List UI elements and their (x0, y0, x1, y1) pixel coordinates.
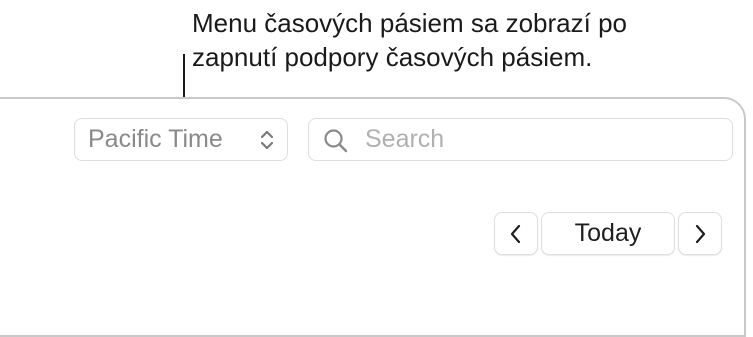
timezone-popup-button[interactable]: Pacific Time (74, 118, 288, 161)
callout-line-1: Menu časových pásiem sa zobrazí po (192, 8, 627, 38)
search-field[interactable] (308, 118, 733, 161)
timezone-selected-label: Pacific Time (88, 125, 223, 153)
chevron-right-icon (695, 224, 706, 243)
search-icon (324, 129, 348, 153)
next-button[interactable] (678, 212, 722, 255)
today-button[interactable]: Today (541, 212, 675, 255)
callout-annotation: Menu časových pásiem sa zobrazí po zapnu… (192, 6, 712, 74)
chevron-left-icon (510, 224, 521, 243)
callout-line-2: zapnutí podpory časových pásiem. (192, 42, 593, 72)
chevron-up-down-icon (260, 130, 274, 150)
today-button-label: Today (574, 219, 642, 247)
previous-button[interactable] (494, 212, 538, 255)
search-input[interactable] (365, 123, 715, 155)
